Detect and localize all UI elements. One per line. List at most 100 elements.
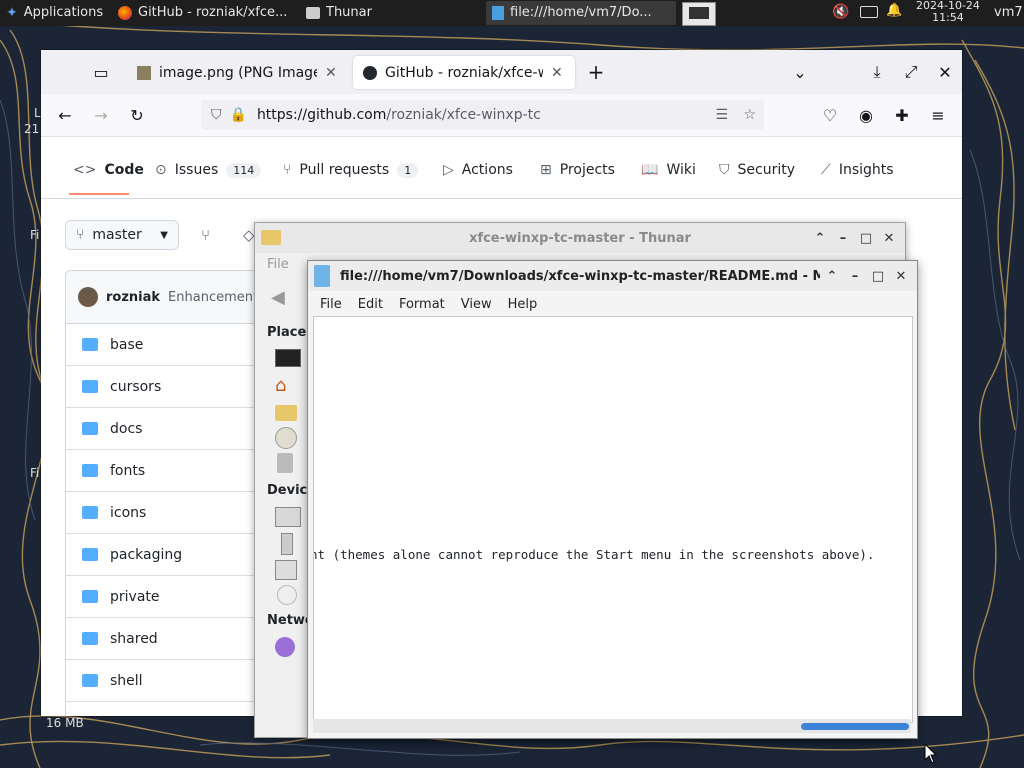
close-window-icon[interactable]: ✕	[931, 58, 959, 86]
folder-icon	[82, 674, 98, 687]
menu-help[interactable]: Help	[508, 297, 538, 312]
menu-format[interactable]: Format	[399, 297, 445, 312]
forward-icon[interactable]: →	[87, 101, 115, 129]
close-tab-icon[interactable]: ✕	[325, 65, 337, 81]
lock-icon[interactable]: 🔒	[230, 107, 247, 123]
url-host: https://github.com	[256, 107, 387, 123]
tab-image-png[interactable]: image.png (PNG Image, ✕	[127, 56, 349, 89]
usb-icon[interactable]	[281, 533, 293, 555]
file-name[interactable]: sounds	[110, 715, 160, 717]
reader-view-icon[interactable]: ☰	[715, 107, 728, 123]
tab-github[interactable]: GitHub - rozniak/xfce-wi ✕	[353, 56, 575, 89]
mute-icon[interactable]: 🔇	[832, 4, 849, 20]
tab-issues[interactable]: ⊙ Issues 114	[155, 162, 262, 178]
computer-icon[interactable]	[275, 349, 301, 367]
text-area[interactable]: nt (themes alone cannot reproduce the St…	[313, 316, 913, 723]
tab-projects[interactable]: ⊞ Projects	[540, 162, 615, 178]
url-bar[interactable]: ⛉ 🔒 https://github.com /rozniak/xfce-win…	[201, 100, 764, 130]
list-tabs-icon[interactable]: ⌄	[786, 58, 814, 86]
file-name[interactable]: shared	[110, 631, 158, 647]
file-name[interactable]: cursors	[110, 379, 161, 395]
shade-icon[interactable]: ⌃	[823, 267, 841, 285]
avatar[interactable]	[78, 287, 98, 307]
tab-code[interactable]: <> Code	[73, 162, 144, 178]
desktop-label: 16 MB	[46, 716, 84, 730]
text-editor-icon	[492, 6, 504, 20]
tab-security[interactable]: ⛉ Security	[719, 162, 795, 178]
back-icon[interactable]: ←	[51, 101, 79, 129]
shield-icon[interactable]: ⛉	[211, 107, 222, 123]
tab-actions[interactable]: ▷ Actions	[443, 162, 513, 178]
shade-icon[interactable]: ⌃	[811, 229, 829, 247]
firefox-view-icon[interactable]: ▭	[87, 58, 115, 86]
drive-icon[interactable]	[275, 507, 301, 527]
battery-icon[interactable]	[860, 6, 878, 18]
desktop-label: L	[34, 106, 41, 120]
maximize-icon[interactable]: □	[857, 229, 875, 247]
task-mousepad[interactable]: file:///home/vm7/Do...	[486, 1, 676, 25]
commit-message[interactable]: Enhancement:	[168, 290, 262, 305]
new-tab-button[interactable]: +	[582, 58, 610, 86]
task-thunar[interactable]: Thunar	[300, 1, 484, 25]
tab-label: Security	[737, 162, 796, 178]
applications-menu-button[interactable]: ✦ Applications	[0, 1, 112, 25]
scrollbar-thumb[interactable]	[801, 723, 909, 730]
file-name[interactable]: icons	[110, 505, 146, 521]
workspace-switcher[interactable]	[682, 2, 716, 26]
account-icon[interactable]: ◉	[852, 101, 880, 129]
reload-icon[interactable]: ↻	[123, 101, 151, 129]
file-name[interactable]: packaging	[110, 547, 182, 563]
user-menu[interactable]: vm7	[994, 5, 1023, 20]
maximize-icon[interactable]: □	[869, 267, 887, 285]
tag-icon[interactable]: ◇	[243, 226, 255, 244]
tab-insights[interactable]: ⟋ Insights	[821, 162, 894, 178]
branches-icon[interactable]: ⑂	[201, 226, 210, 244]
desktop-folder-icon[interactable]	[275, 405, 297, 421]
menu-view[interactable]: View	[461, 297, 492, 312]
menu-bar: File Edit Format View Help	[308, 291, 917, 317]
bookmark-star-icon[interactable]: ☆	[743, 107, 756, 123]
minimize-icon[interactable]: –	[846, 267, 864, 285]
disc-icon[interactable]	[277, 585, 297, 605]
minimize-icon[interactable]: –	[834, 229, 852, 247]
file-name[interactable]: shell	[110, 673, 143, 689]
floppy-icon[interactable]	[275, 560, 297, 580]
firefox-icon	[118, 6, 132, 20]
file-name[interactable]: private	[110, 589, 160, 605]
close-icon[interactable]: ✕	[892, 267, 910, 285]
close-tab-icon[interactable]: ✕	[551, 65, 563, 81]
minimize-icon[interactable]: ⤓	[863, 58, 891, 86]
back-arrow-icon[interactable]: ◀	[271, 287, 285, 308]
file-name[interactable]: fonts	[110, 463, 145, 479]
desktop-label: 21	[24, 122, 40, 136]
menu-file[interactable]: File	[267, 257, 289, 272]
clock[interactable]: 2024-10-24 11:54	[916, 0, 980, 24]
caret-down-icon: ▼	[160, 229, 168, 241]
close-icon[interactable]: ✕	[880, 229, 898, 247]
task-firefox[interactable]: GitHub - rozniak/xfce...	[112, 1, 298, 25]
tab-pull-requests[interactable]: ⑂ Pull requests 1	[283, 162, 419, 178]
network-icon[interactable]	[275, 637, 295, 657]
extensions-icon[interactable]: ✚	[888, 101, 916, 129]
trash-icon[interactable]	[277, 453, 293, 473]
recent-icon[interactable]	[275, 427, 297, 449]
active-tab-underline	[69, 193, 129, 195]
menu-edit[interactable]: Edit	[358, 297, 383, 312]
file-name[interactable]: base	[110, 337, 143, 353]
pocket-icon[interactable]: ♡	[816, 101, 844, 129]
tab-title: image.png (PNG Image,	[159, 64, 317, 81]
tab-wiki[interactable]: 📖 Wiki	[641, 162, 696, 178]
text-editor-icon	[314, 265, 330, 287]
home-icon[interactable]: ⌂	[275, 375, 286, 396]
menu-icon[interactable]: ≡	[924, 101, 952, 129]
file-name[interactable]: docs	[110, 421, 142, 437]
repo-nav: <> Code ⊙ Issues 114 ⑂ Pull requests 1 ▷…	[41, 136, 962, 199]
folder-icon	[82, 632, 98, 645]
horizontal-scrollbar[interactable]	[313, 719, 911, 733]
notification-bell-icon[interactable]: 🔔	[886, 3, 902, 18]
commit-author[interactable]: rozniak	[106, 290, 160, 305]
branch-selector[interactable]: ⑂ master ▼	[65, 220, 179, 250]
maximize-icon[interactable]: ⤢	[897, 58, 925, 86]
menu-file[interactable]: File	[320, 297, 342, 312]
issue-icon: ⊙	[155, 162, 167, 178]
